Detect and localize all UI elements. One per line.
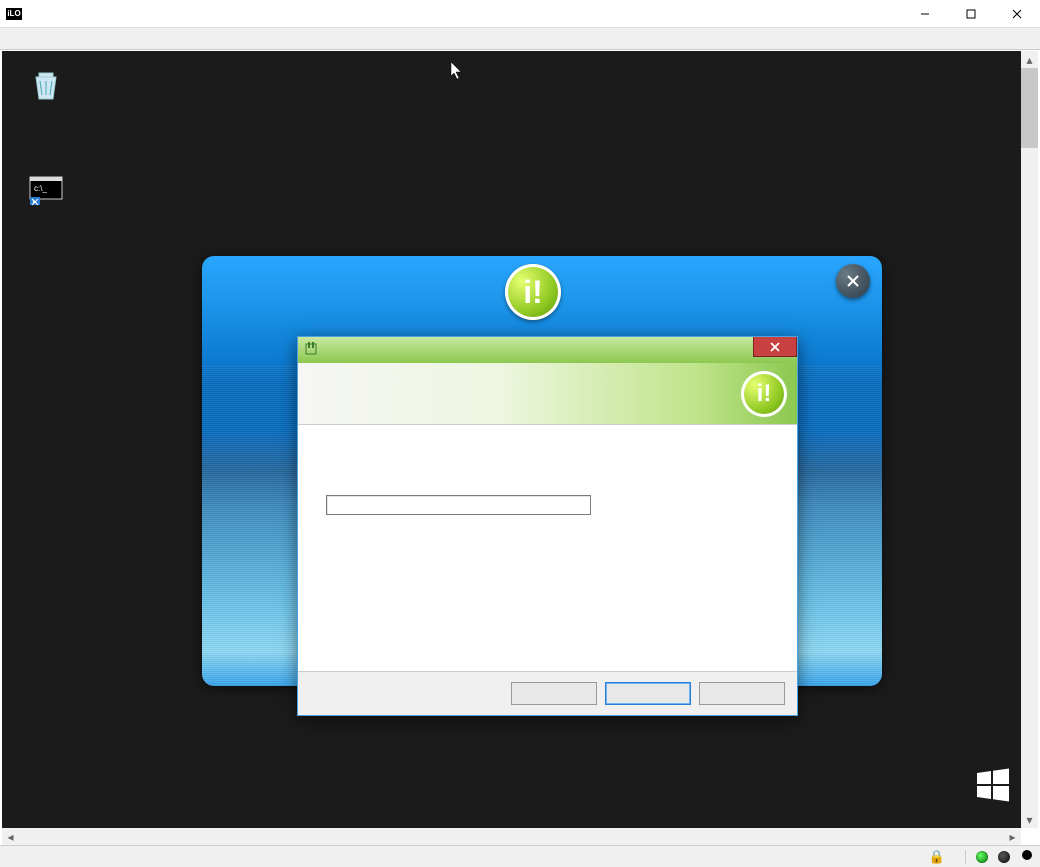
scroll-up-icon[interactable]: ▴: [1021, 51, 1038, 68]
installer-icon: [304, 342, 318, 359]
lock-icon: 🔒: [929, 849, 945, 865]
installer-dialog: i!: [297, 336, 798, 716]
horizontal-scrollbar[interactable]: ◂ ▸: [2, 828, 1021, 845]
ilo-icon: iLO: [6, 8, 22, 20]
cursor-icon: [450, 61, 464, 86]
dialog-footer: [298, 671, 797, 715]
serial-input[interactable]: [326, 495, 591, 515]
close-button[interactable]: [994, 0, 1040, 28]
statusbar: 🔒 l>;; /;;urfnungbaserp orscannot rainna…: [0, 845, 1040, 867]
brand-close-button[interactable]: [836, 264, 870, 298]
dialog-titlebar[interactable]: [298, 337, 797, 363]
scroll-thumb[interactable]: [1021, 68, 1038, 148]
desktop-icon-cmd[interactable]: c:\_: [8, 169, 84, 213]
menubar: [0, 28, 1040, 50]
cmd-icon: c:\_: [26, 169, 66, 209]
app-titlebar: iLO: [0, 0, 1040, 28]
scroll-right-icon[interactable]: ▸: [1004, 828, 1021, 845]
scroll-down-icon[interactable]: ▾: [1021, 811, 1038, 828]
status-led-1: [976, 851, 988, 863]
recycle-bin-icon: [26, 63, 66, 103]
dialog-header-badge-icon: i!: [741, 371, 787, 417]
dialog-message: [326, 447, 769, 477]
minimize-button[interactable]: [902, 0, 948, 28]
cancel-button[interactable]: [699, 682, 785, 705]
vertical-scrollbar[interactable]: ▴ ▾: [1021, 51, 1038, 828]
power-icon[interactable]: l>;; /;;urfnungbaserp orscannot rainnach…: [1020, 848, 1034, 865]
maximize-button[interactable]: [948, 0, 994, 28]
next-button[interactable]: [605, 682, 691, 705]
remote-desktop[interactable]: c:\_ i!: [2, 51, 1021, 828]
back-button[interactable]: [511, 682, 597, 705]
svg-text:c:\_: c:\_: [34, 184, 47, 193]
dialog-header: i!: [298, 363, 797, 425]
scroll-left-icon[interactable]: ◂: [2, 828, 19, 845]
dialog-close-button[interactable]: [753, 337, 797, 357]
brand-title: i!: [202, 264, 882, 320]
status-led-2: [998, 851, 1010, 863]
separator: [965, 850, 966, 864]
remote-viewport-wrap: c:\_ i!: [2, 51, 1038, 845]
desktop-icon-recycle-bin[interactable]: [8, 63, 84, 107]
brand-badge-icon: i!: [505, 264, 561, 320]
dialog-body: [298, 425, 797, 671]
windows-watermark: [975, 767, 1021, 803]
